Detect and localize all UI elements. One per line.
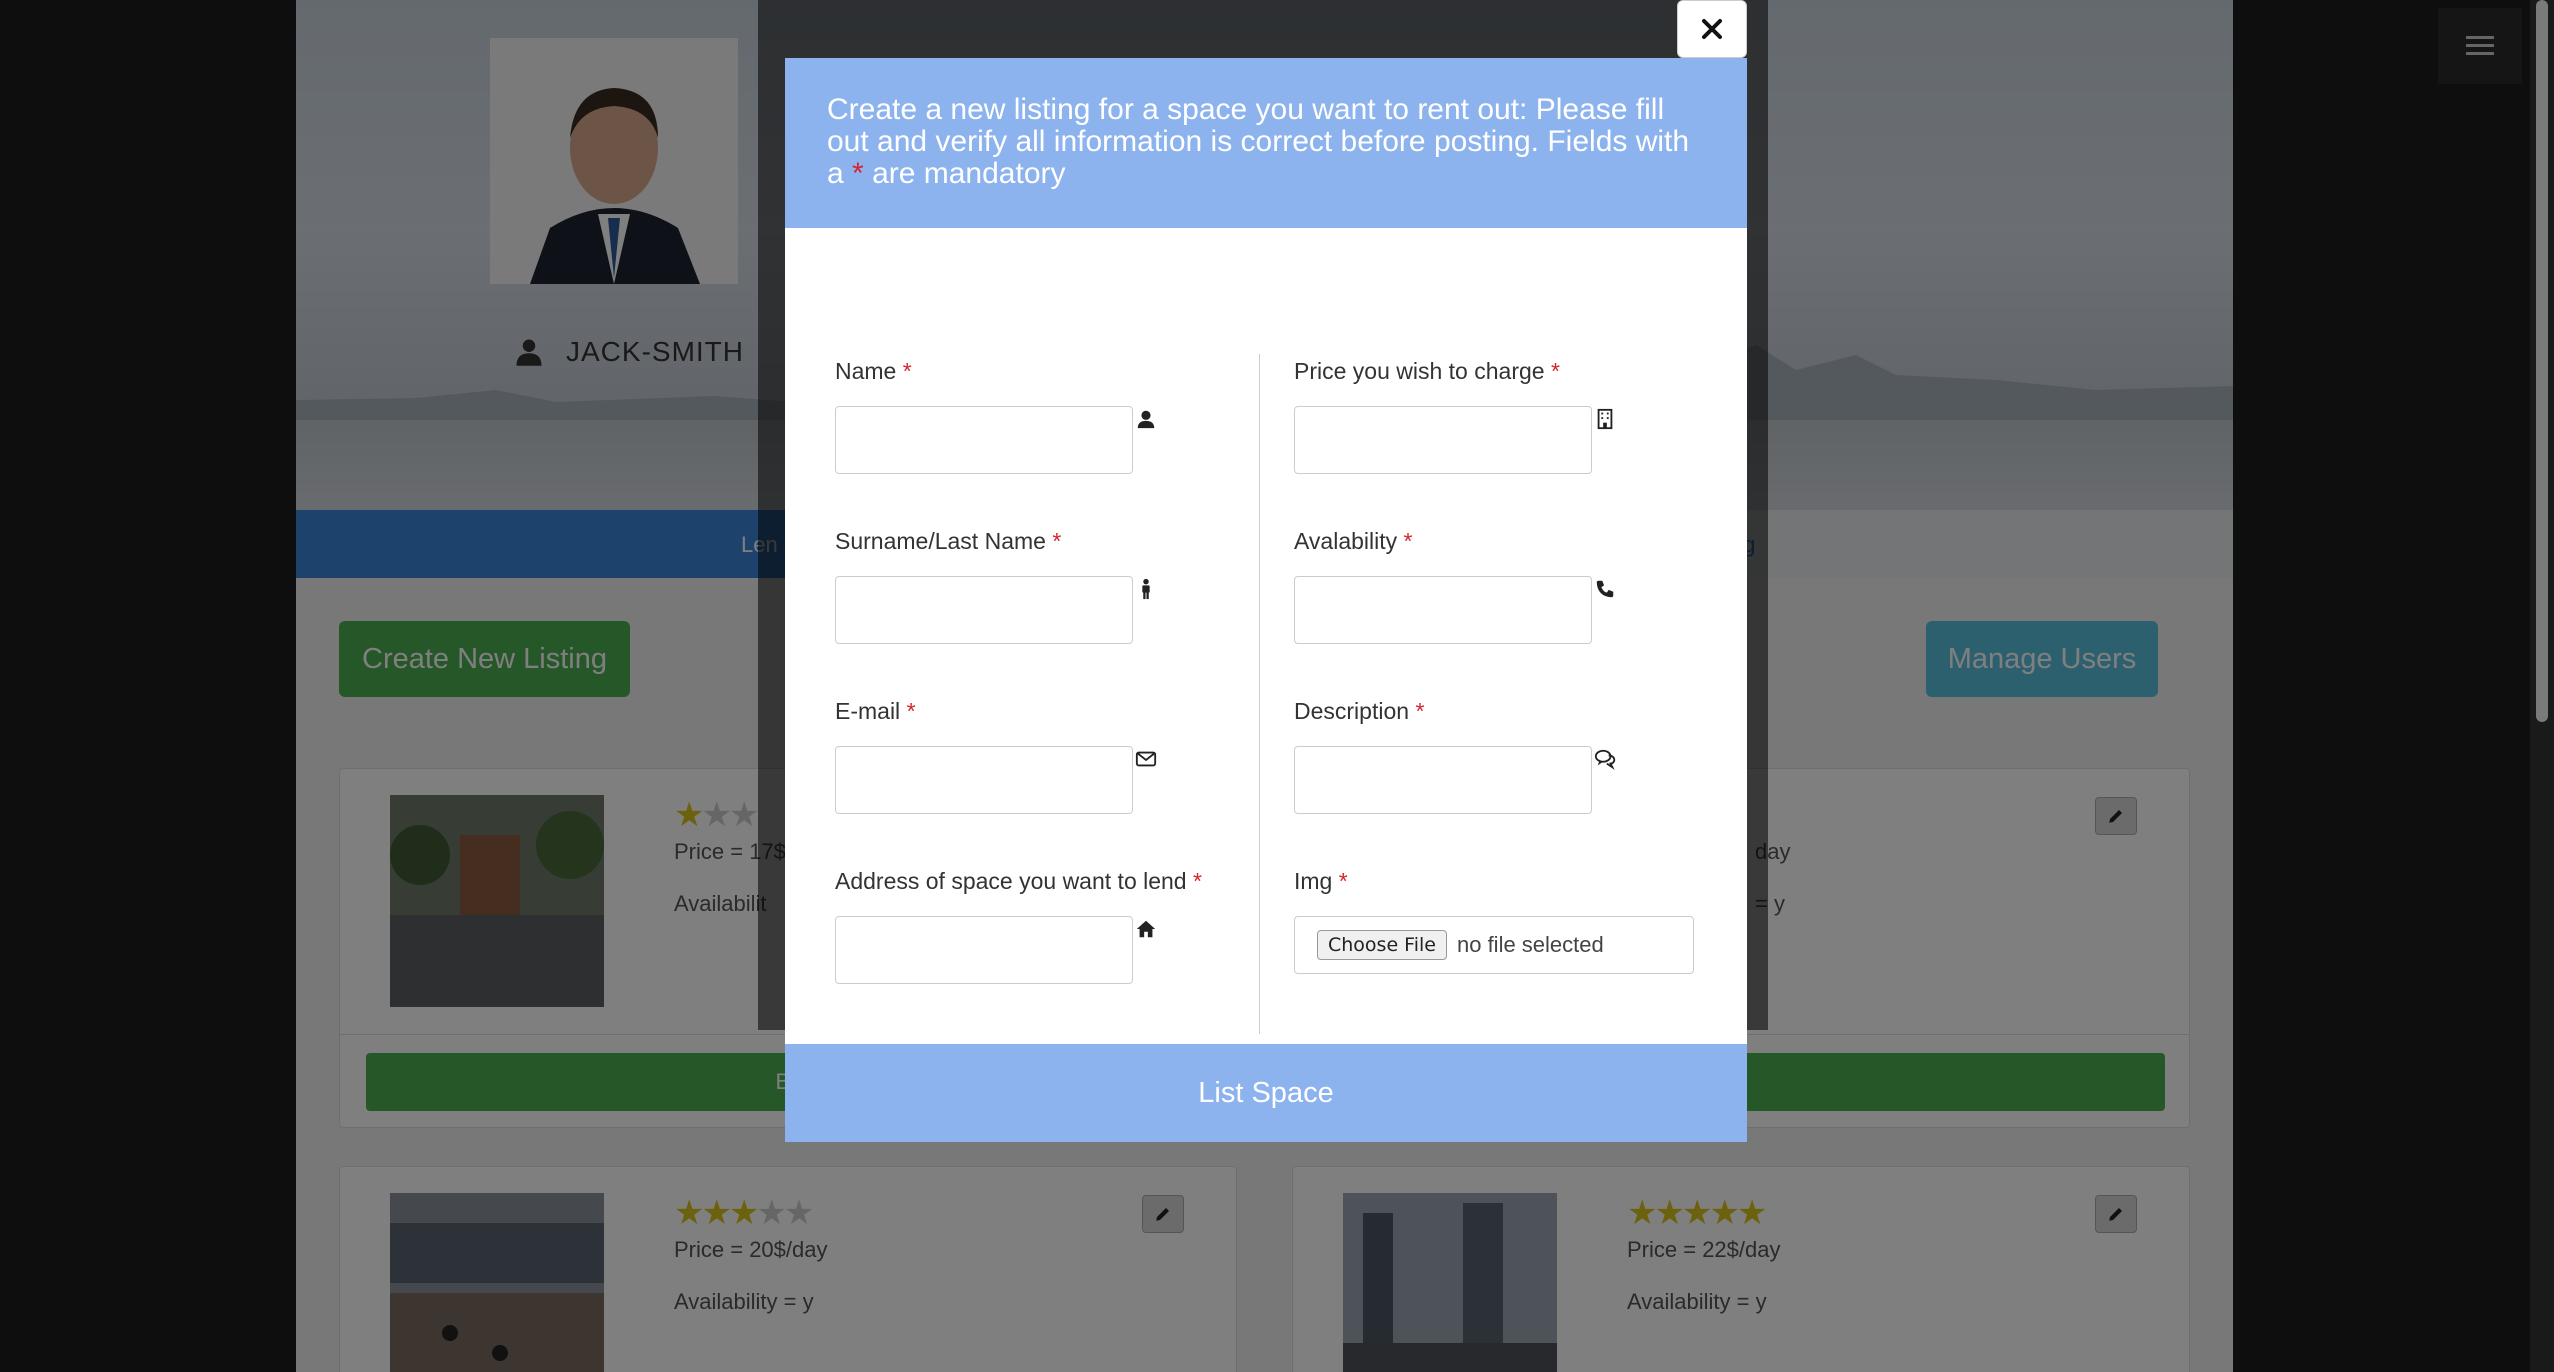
email-input[interactable] [835, 746, 1133, 814]
img-field-group: Img * Choose File no file selected [1294, 868, 1714, 974]
building-icon [1592, 406, 1618, 432]
close-button[interactable] [1677, 0, 1747, 58]
address-field-group: Address of space you want to lend * [835, 868, 1202, 984]
scrollbar-thumb[interactable] [2536, 0, 2548, 722]
user-icon [1133, 406, 1159, 432]
availability-field-group: Avalability * [1294, 528, 1614, 644]
name-field-group: Name * [835, 358, 1155, 474]
address-label: Address of space you want to lend * [835, 868, 1202, 894]
scrollbar[interactable] [2530, 0, 2554, 1372]
list-space-button[interactable]: List Space [785, 1044, 1747, 1142]
comments-icon [1592, 746, 1618, 772]
surname-input[interactable] [835, 576, 1133, 644]
description-label: Description * [1294, 698, 1425, 724]
description-field-group: Description * [1294, 698, 1616, 814]
file-status: no file selected [1456, 932, 1604, 957]
price-field-group: Price you wish to charge * [1294, 358, 1613, 474]
surname-field-group: Surname/Last Name * [835, 528, 1150, 644]
modal-instructions-suffix: are mandatory [872, 157, 1066, 190]
modal-header: Create a new listing for a space you wan… [785, 58, 1747, 228]
envelope-icon [1133, 746, 1159, 772]
person-icon [1133, 576, 1159, 602]
img-label: Img * [1294, 868, 1348, 894]
file-input[interactable]: Choose File no file selected [1294, 916, 1694, 974]
surname-label: Surname/Last Name * [835, 528, 1062, 554]
price-input[interactable] [1294, 406, 1592, 474]
description-input[interactable] [1294, 746, 1592, 814]
availability-label: Avalability * [1294, 528, 1413, 554]
availability-input[interactable] [1294, 576, 1592, 644]
create-listing-modal: Create a new listing for a space you wan… [785, 58, 1747, 1142]
address-input[interactable] [835, 916, 1133, 984]
required-mark: * [852, 157, 864, 190]
choose-file-button[interactable]: Choose File [1317, 930, 1447, 960]
modal-form: Name * Surname/Last Name * E-mail * Addr… [785, 228, 1747, 1102]
price-label: Price you wish to charge * [1294, 358, 1560, 384]
phone-icon [1592, 576, 1618, 602]
home-icon [1133, 916, 1159, 942]
email-label: E-mail * [835, 698, 916, 724]
name-label: Name * [835, 358, 912, 384]
column-divider [1259, 354, 1260, 1034]
email-field-group: E-mail * [835, 698, 1157, 814]
close-icon [1702, 19, 1722, 39]
name-input[interactable] [835, 406, 1133, 474]
